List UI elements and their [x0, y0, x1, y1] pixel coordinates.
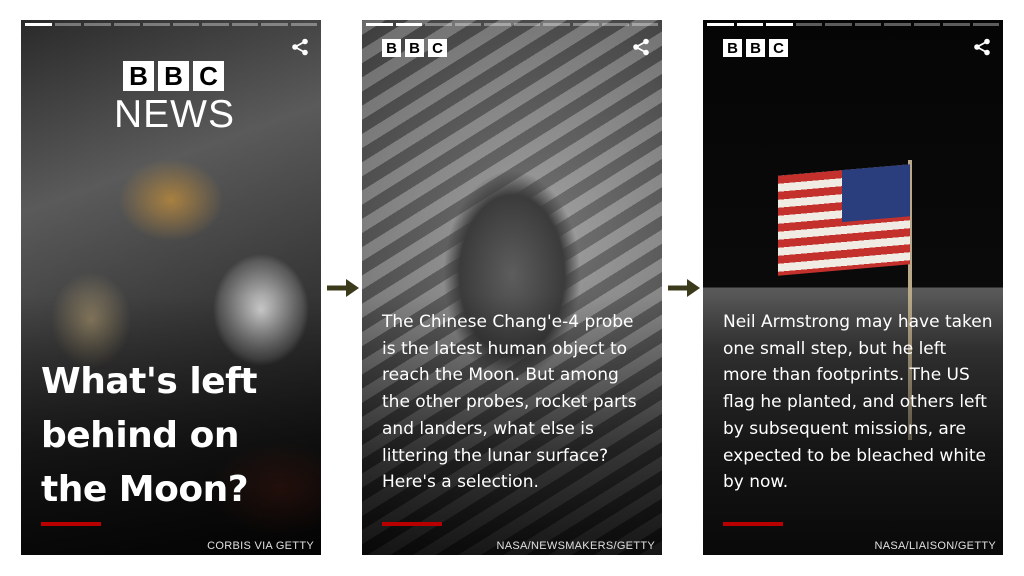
progress-segment — [707, 23, 734, 26]
progress-segment — [202, 23, 229, 26]
story-card-2[interactable]: B B C The Chinese Chang'e-4 probe is the… — [362, 20, 662, 555]
progress-segment — [766, 23, 793, 26]
story-headline: What's left behind on the Moon? — [41, 361, 257, 510]
progress-segment — [795, 23, 822, 26]
share-icon[interactable] — [632, 38, 650, 56]
progress-segment — [854, 23, 881, 26]
photo-credit: CORBIS VIA GETTY — [207, 540, 314, 552]
bbc-logo: B B C — [723, 39, 788, 57]
progress-segment — [913, 23, 940, 26]
progress-segment — [25, 23, 52, 26]
arrow-right-icon — [327, 279, 359, 297]
bbc-logo-letter: C — [769, 39, 788, 57]
progress-segment — [602, 23, 629, 26]
bbc-logo: B B C — [382, 39, 447, 57]
accent-bar — [723, 522, 783, 526]
progress-segment — [631, 23, 658, 26]
news-wordmark: NEWS — [114, 93, 235, 136]
progress-segment — [543, 23, 570, 26]
progress-segment — [143, 23, 170, 26]
progress-segment — [972, 23, 999, 26]
bbc-logo-letter: B — [158, 61, 189, 91]
story-body-text: Neil Armstrong may have taken one small … — [723, 312, 993, 493]
story-progress-bar — [707, 23, 999, 26]
photo-credit: NASA/LIAISON/GETTY — [874, 540, 996, 552]
bbc-logo-letter: B — [382, 39, 401, 57]
story-progress-bar — [25, 23, 317, 26]
story-body-text: The Chinese Chang'e-4 probe is the lates… — [382, 312, 637, 493]
bbc-logo-letter: C — [428, 39, 447, 57]
bbc-logo-letter: B — [405, 39, 424, 57]
share-icon[interactable] — [291, 38, 309, 56]
accent-bar — [41, 522, 101, 526]
accent-bar — [382, 522, 442, 526]
progress-segment — [261, 23, 288, 26]
progress-segment — [736, 23, 763, 26]
progress-segment — [943, 23, 970, 26]
progress-segment — [425, 23, 452, 26]
us-flag — [778, 164, 910, 276]
progress-segment — [484, 23, 511, 26]
arrow-right-icon — [668, 279, 700, 297]
progress-segment — [884, 23, 911, 26]
progress-segment — [290, 23, 317, 26]
story-card-1[interactable]: B B C NEWS What's left behind on the Moo… — [21, 20, 321, 555]
progress-segment — [231, 23, 258, 26]
progress-segment — [395, 23, 422, 26]
bbc-logo: B B C — [123, 61, 224, 91]
progress-segment — [54, 23, 81, 26]
bbc-logo-letter: C — [193, 61, 224, 91]
photo-credit: NASA/NEWSMAKERS/GETTY — [496, 540, 655, 552]
bbc-logo-letter: B — [746, 39, 765, 57]
progress-segment — [572, 23, 599, 26]
progress-segment — [366, 23, 393, 26]
story-card-3[interactable]: B B C Neil Armstrong may have taken one … — [703, 20, 1003, 555]
progress-segment — [113, 23, 140, 26]
progress-segment — [454, 23, 481, 26]
share-icon[interactable] — [973, 38, 991, 56]
progress-segment — [84, 23, 111, 26]
progress-segment — [513, 23, 540, 26]
progress-segment — [172, 23, 199, 26]
story-progress-bar — [366, 23, 658, 26]
bbc-logo-letter: B — [723, 39, 742, 57]
bbc-logo-letter: B — [123, 61, 154, 91]
progress-segment — [825, 23, 852, 26]
